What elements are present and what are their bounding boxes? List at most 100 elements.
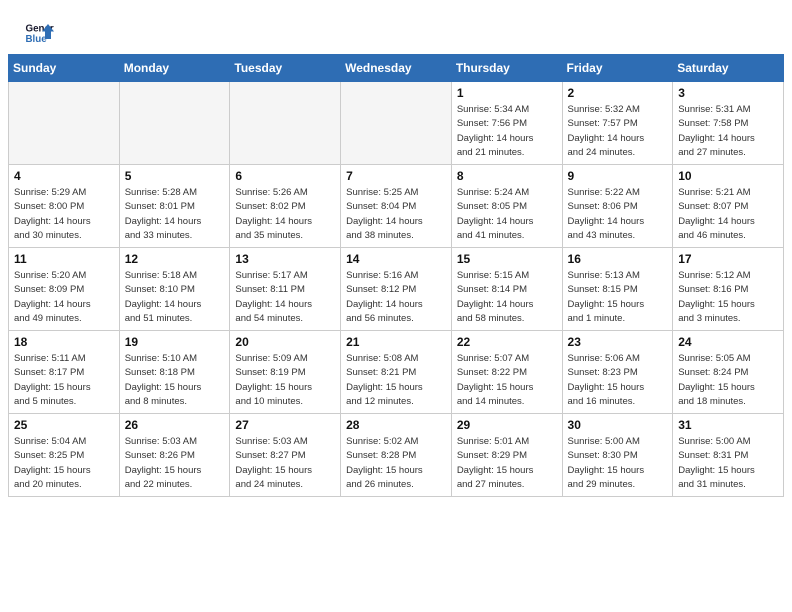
day-info: Sunrise: 5:12 AMSunset: 8:16 PMDaylight:… (678, 269, 778, 326)
calendar-cell: 20Sunrise: 5:09 AMSunset: 8:19 PMDayligh… (230, 331, 341, 414)
day-number: 24 (678, 335, 778, 349)
header: General Blue (0, 0, 792, 54)
calendar-cell: 8 Sunrise: 5:24 AMSunset: 8:05 PMDaylight… (451, 165, 562, 248)
day-number: 25 (14, 418, 114, 432)
calendar-cell: 13Sunrise: 5:17 AMSunset: 8:11 PMDayligh… (230, 248, 341, 331)
weekday-thursday: Thursday (451, 55, 562, 82)
day-info: Sunrise: 5:15 AMSunset: 8:14 PMDaylight:… (457, 269, 557, 326)
day-number: 5 (125, 169, 225, 183)
day-info: Sunrise: 5:00 AMSunset: 8:31 PMDaylight:… (678, 435, 778, 492)
calendar-cell: 6Sunrise: 5:26 AMSunset: 8:02 PMDaylight… (230, 165, 341, 248)
svg-text:Blue: Blue (26, 34, 48, 45)
day-number: 2 (568, 86, 668, 100)
calendar-cell: 30Sunrise: 5:00 AMSunset: 8:30 PMDayligh… (562, 414, 673, 497)
calendar-cell: 17 Sunrise: 5:12 AMSunset: 8:16 PMDayligh… (673, 248, 784, 331)
calendar-cell (119, 82, 230, 165)
day-info: Sunrise: 5:13 AMSunset: 8:15 PMDaylight:… (568, 269, 668, 326)
day-number: 31 (678, 418, 778, 432)
day-info: Sunrise: 5:21 AMSunset: 8:07 PMDaylight:… (678, 186, 778, 243)
weekday-friday: Friday (562, 55, 673, 82)
day-number: 18 (14, 335, 114, 349)
day-info: Sunrise: 5:24 AMSunset: 8:05 PMDaylight:… (457, 186, 557, 243)
calendar-cell: 23 Sunrise: 5:06 AMSunset: 8:23 PMDayligh… (562, 331, 673, 414)
calendar-cell: 9 Sunrise: 5:22 AMSunset: 8:06 PMDaylight… (562, 165, 673, 248)
day-number: 7 (346, 169, 446, 183)
day-number: 10 (678, 169, 778, 183)
day-info: Sunrise: 5:31 AMSunset: 7:58 PMDaylight:… (678, 103, 778, 160)
calendar-cell: 22 Sunrise: 5:07 AMSunset: 8:22 PMDayligh… (451, 331, 562, 414)
day-info: Sunrise: 5:10 AMSunset: 8:18 PMDaylight:… (125, 352, 225, 409)
day-info: Sunrise: 5:05 AMSunset: 8:24 PMDaylight:… (678, 352, 778, 409)
calendar-cell: 28 Sunrise: 5:02 AMSunset: 8:28 PMDayligh… (341, 414, 452, 497)
weekday-wednesday: Wednesday (341, 55, 452, 82)
day-info: Sunrise: 5:34 AMSunset: 7:56 PMDaylight:… (457, 103, 557, 160)
weekday-header-row: SundayMondayTuesdayWednesdayThursdayFrid… (9, 55, 784, 82)
day-info: Sunrise: 5:07 AMSunset: 8:22 PMDaylight:… (457, 352, 557, 409)
day-number: 9 (568, 169, 668, 183)
day-info: Sunrise: 5:03 AMSunset: 8:27 PMDaylight:… (235, 435, 335, 492)
logo: General Blue (24, 18, 54, 48)
calendar-cell: 14 Sunrise: 5:16 AMSunset: 8:12 PMDayligh… (341, 248, 452, 331)
calendar-cell: 19Sunrise: 5:10 AMSunset: 8:18 PMDayligh… (119, 331, 230, 414)
day-number: 20 (235, 335, 335, 349)
calendar-cell: 15 Sunrise: 5:15 AMSunset: 8:14 PMDayligh… (451, 248, 562, 331)
day-info: Sunrise: 5:03 AMSunset: 8:26 PMDaylight:… (125, 435, 225, 492)
calendar-cell (230, 82, 341, 165)
calendar-cell: 27 Sunrise: 5:03 AMSunset: 8:27 PMDayligh… (230, 414, 341, 497)
calendar-cell (9, 82, 120, 165)
day-number: 26 (125, 418, 225, 432)
week-row-4: 18Sunrise: 5:11 AMSunset: 8:17 PMDayligh… (9, 331, 784, 414)
week-row-2: 4 Sunrise: 5:29 AMSunset: 8:00 PMDaylight… (9, 165, 784, 248)
day-info: Sunrise: 5:06 AMSunset: 8:23 PMDaylight:… (568, 352, 668, 409)
calendar-cell: 5 Sunrise: 5:28 AMSunset: 8:01 PMDaylight… (119, 165, 230, 248)
day-number: 6 (235, 169, 335, 183)
calendar-cell: 3 Sunrise: 5:31 AMSunset: 7:58 PMDaylight… (673, 82, 784, 165)
week-row-1: 1 Sunrise: 5:34 AMSunset: 7:56 PMDaylight… (9, 82, 784, 165)
calendar-cell (341, 82, 452, 165)
day-number: 12 (125, 252, 225, 266)
calendar-cell: 12 Sunrise: 5:18 AMSunset: 8:10 PMDayligh… (119, 248, 230, 331)
calendar-cell: 31 Sunrise: 5:00 AMSunset: 8:31 PMDayligh… (673, 414, 784, 497)
day-number: 29 (457, 418, 557, 432)
calendar-cell: 26 Sunrise: 5:03 AMSunset: 8:26 PMDayligh… (119, 414, 230, 497)
day-info: Sunrise: 5:28 AMSunset: 8:01 PMDaylight:… (125, 186, 225, 243)
weekday-tuesday: Tuesday (230, 55, 341, 82)
weekday-monday: Monday (119, 55, 230, 82)
day-number: 3 (678, 86, 778, 100)
calendar-cell: 21 Sunrise: 5:08 AMSunset: 8:21 PMDayligh… (341, 331, 452, 414)
day-number: 17 (678, 252, 778, 266)
week-row-5: 25Sunrise: 5:04 AMSunset: 8:25 PMDayligh… (9, 414, 784, 497)
day-number: 23 (568, 335, 668, 349)
day-number: 15 (457, 252, 557, 266)
day-number: 8 (457, 169, 557, 183)
calendar-cell: 29 Sunrise: 5:01 AMSunset: 8:29 PMDayligh… (451, 414, 562, 497)
day-number: 4 (14, 169, 114, 183)
calendar-cell: 16Sunrise: 5:13 AMSunset: 8:15 PMDayligh… (562, 248, 673, 331)
day-info: Sunrise: 5:08 AMSunset: 8:21 PMDaylight:… (346, 352, 446, 409)
day-info: Sunrise: 5:29 AMSunset: 8:00 PMDaylight:… (14, 186, 114, 243)
day-info: Sunrise: 5:22 AMSunset: 8:06 PMDaylight:… (568, 186, 668, 243)
calendar-cell: 1 Sunrise: 5:34 AMSunset: 7:56 PMDaylight… (451, 82, 562, 165)
day-info: Sunrise: 5:16 AMSunset: 8:12 PMDaylight:… (346, 269, 446, 326)
day-info: Sunrise: 5:01 AMSunset: 8:29 PMDaylight:… (457, 435, 557, 492)
calendar-cell: 24 Sunrise: 5:05 AMSunset: 8:24 PMDayligh… (673, 331, 784, 414)
weekday-saturday: Saturday (673, 55, 784, 82)
calendar-cell: 25Sunrise: 5:04 AMSunset: 8:25 PMDayligh… (9, 414, 120, 497)
day-info: Sunrise: 5:18 AMSunset: 8:10 PMDaylight:… (125, 269, 225, 326)
day-number: 30 (568, 418, 668, 432)
day-number: 1 (457, 86, 557, 100)
day-number: 28 (346, 418, 446, 432)
week-row-3: 11Sunrise: 5:20 AMSunset: 8:09 PMDayligh… (9, 248, 784, 331)
day-number: 27 (235, 418, 335, 432)
day-info: Sunrise: 5:32 AMSunset: 7:57 PMDaylight:… (568, 103, 668, 160)
day-number: 22 (457, 335, 557, 349)
day-info: Sunrise: 5:25 AMSunset: 8:04 PMDaylight:… (346, 186, 446, 243)
day-info: Sunrise: 5:02 AMSunset: 8:28 PMDaylight:… (346, 435, 446, 492)
day-number: 14 (346, 252, 446, 266)
weekday-sunday: Sunday (9, 55, 120, 82)
day-info: Sunrise: 5:20 AMSunset: 8:09 PMDaylight:… (14, 269, 114, 326)
calendar-cell: 7 Sunrise: 5:25 AMSunset: 8:04 PMDaylight… (341, 165, 452, 248)
day-number: 21 (346, 335, 446, 349)
calendar-cell: 4 Sunrise: 5:29 AMSunset: 8:00 PMDaylight… (9, 165, 120, 248)
calendar-cell: 2 Sunrise: 5:32 AMSunset: 7:57 PMDaylight… (562, 82, 673, 165)
